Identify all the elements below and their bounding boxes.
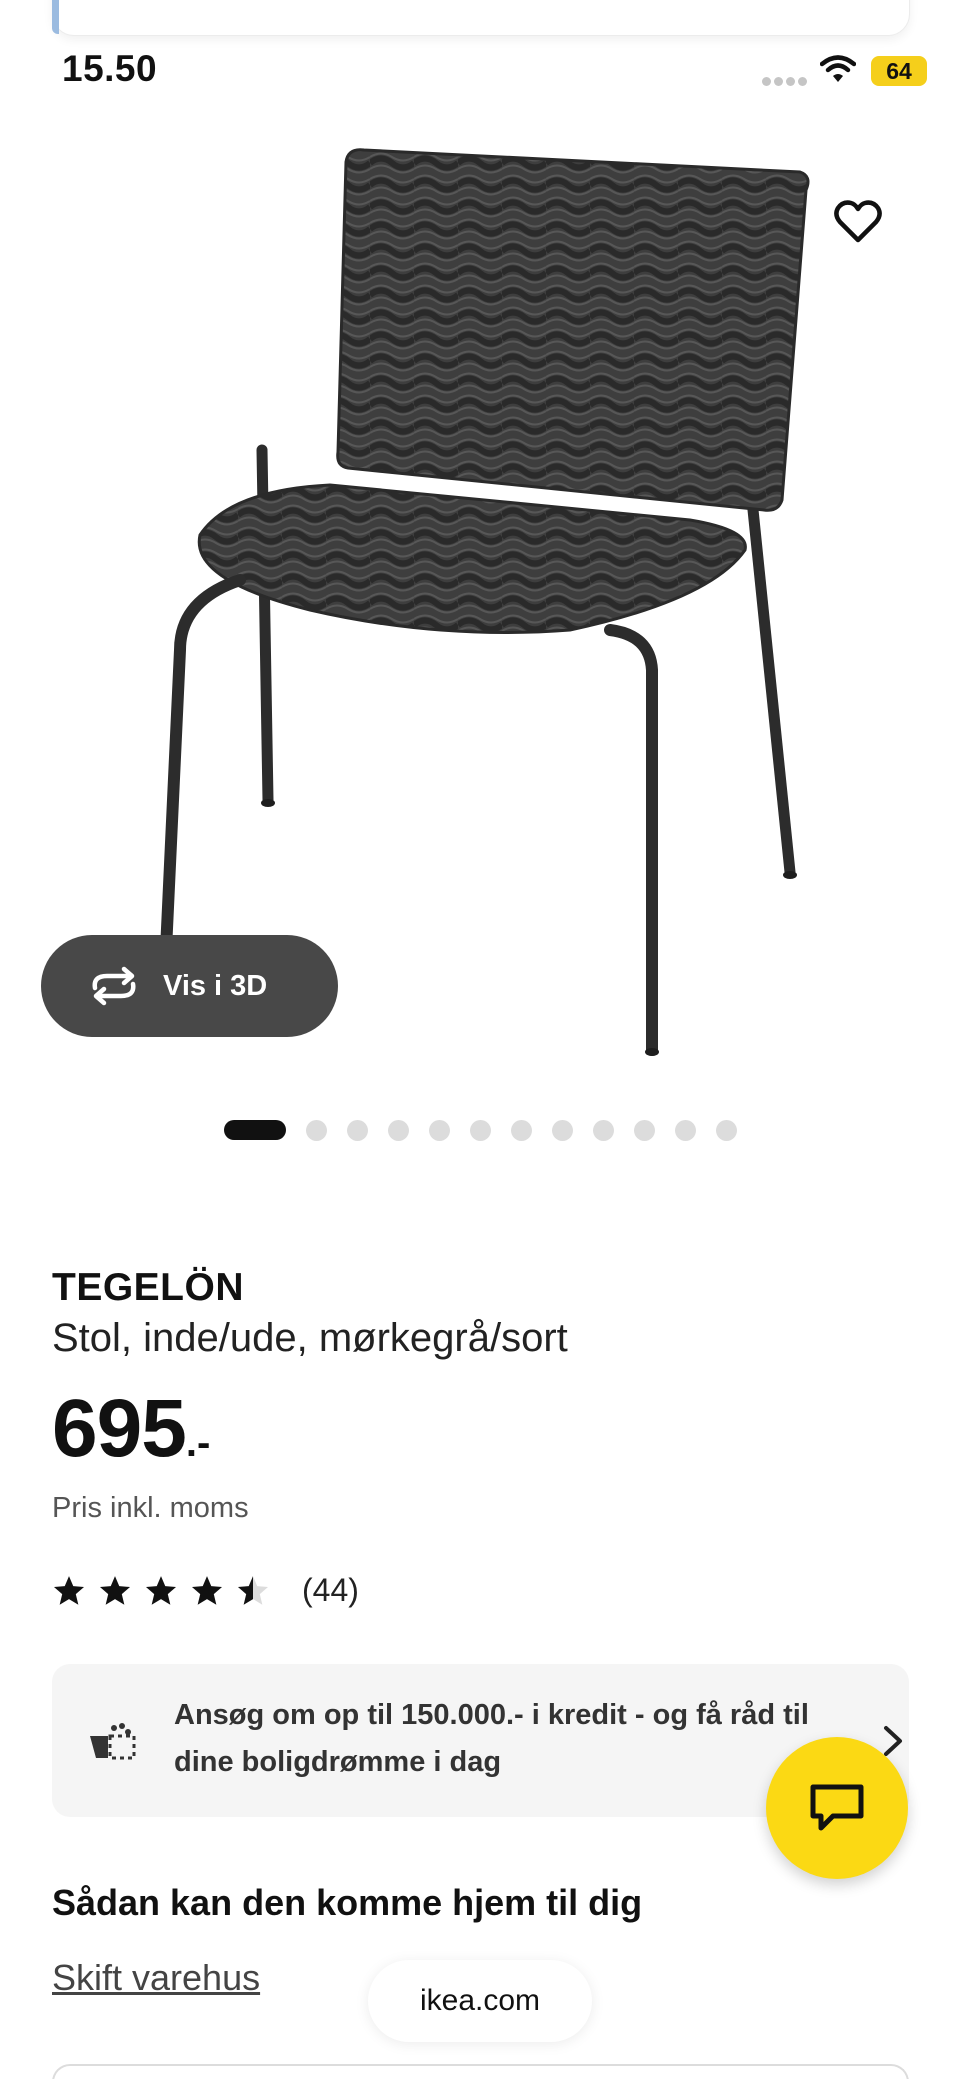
cellular-signal-icon [762,73,810,91]
battery-indicator: 64 [871,56,927,86]
price-note: Pris inkl. moms [52,1492,249,1524]
carousel-dot-active[interactable] [224,1120,286,1140]
status-time: 15.50 [62,48,158,89]
price-value: 695 [52,1383,187,1474]
carousel-dot[interactable] [634,1119,655,1141]
carousel-dot[interactable] [388,1119,409,1141]
carousel-dot[interactable] [593,1119,614,1141]
chat-button[interactable] [766,1737,908,1879]
browser-url-bar[interactable]: ikea.com [368,1960,592,2042]
product-image[interactable] [150,130,830,1070]
product-description: Stol, inde/ude, mørkegrå/sort [52,1316,568,1360]
carousel-dot[interactable] [429,1119,450,1141]
review-count: (44) [302,1572,359,1608]
rotate-3d-icon [92,966,136,1006]
carousel-dot[interactable] [552,1119,573,1141]
product-rating[interactable]: (44) [52,1572,359,1609]
product-price: 695.- [52,1382,210,1476]
carousel-dot[interactable] [716,1119,737,1141]
star-icon [145,1575,177,1605]
change-store-link[interactable]: Skift varehus [52,1957,260,1999]
delivery-heading: Sådan kan den komme hjem til dig [52,1882,643,1923]
carousel-dot[interactable] [306,1119,327,1141]
store-selector-box[interactable] [52,2064,909,2079]
carousel-dot[interactable] [347,1119,368,1141]
chat-icon [810,1784,864,1831]
wifi-icon [820,55,856,82]
star-half-icon [237,1575,269,1605]
status-bar: 15.50 64 [0,40,960,100]
carousel-dot[interactable] [675,1119,696,1141]
credit-banner-text: Ansøg om op til 150.000.- i kredit - og … [174,1699,809,1778]
star-icon [53,1575,85,1605]
carousel-dot[interactable] [511,1119,532,1141]
heart-icon [834,200,882,243]
view-in-3d-label: Vis i 3D [163,969,268,1002]
favorite-button[interactable] [826,190,890,254]
star-icon [99,1575,131,1605]
product-name: TEGELÖN [52,1266,245,1309]
top-card-accent [52,0,59,34]
top-card [52,0,910,36]
image-carousel-indicator [224,1119,757,1141]
price-suffix: .- [185,1421,211,1465]
star-icon [191,1575,223,1605]
carousel-dot[interactable] [470,1119,491,1141]
view-in-3d-button[interactable]: Vis i 3D [41,935,338,1037]
credit-card-icon [90,1723,136,1760]
